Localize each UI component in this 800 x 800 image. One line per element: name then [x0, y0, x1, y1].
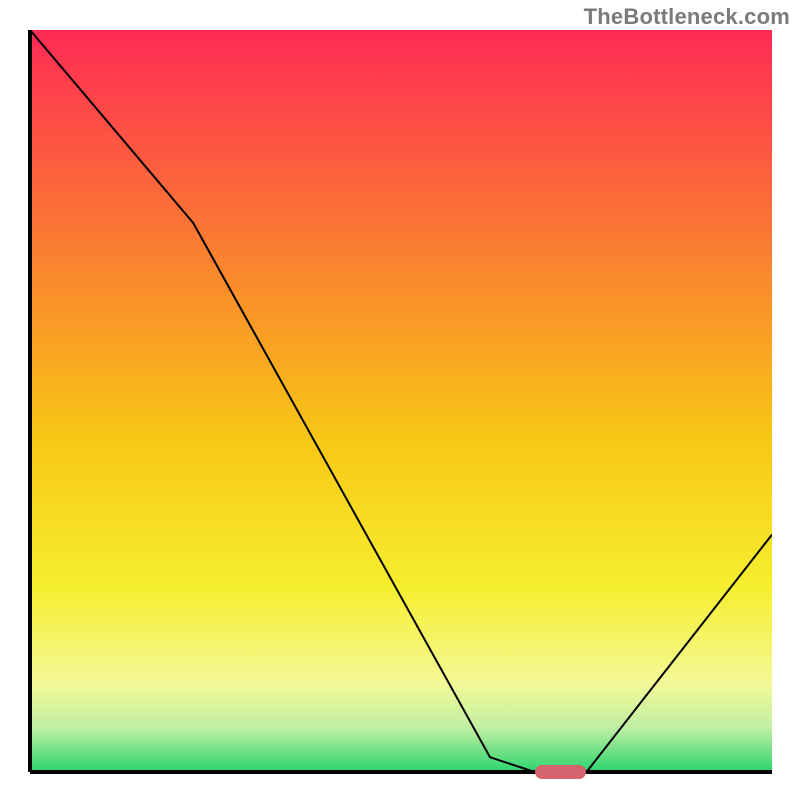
chart-container: TheBottleneck.com — [0, 0, 800, 800]
chart-svg — [0, 0, 800, 800]
plot-background — [30, 30, 772, 772]
optimum-marker — [535, 765, 587, 779]
watermark-text: TheBottleneck.com — [584, 4, 790, 30]
